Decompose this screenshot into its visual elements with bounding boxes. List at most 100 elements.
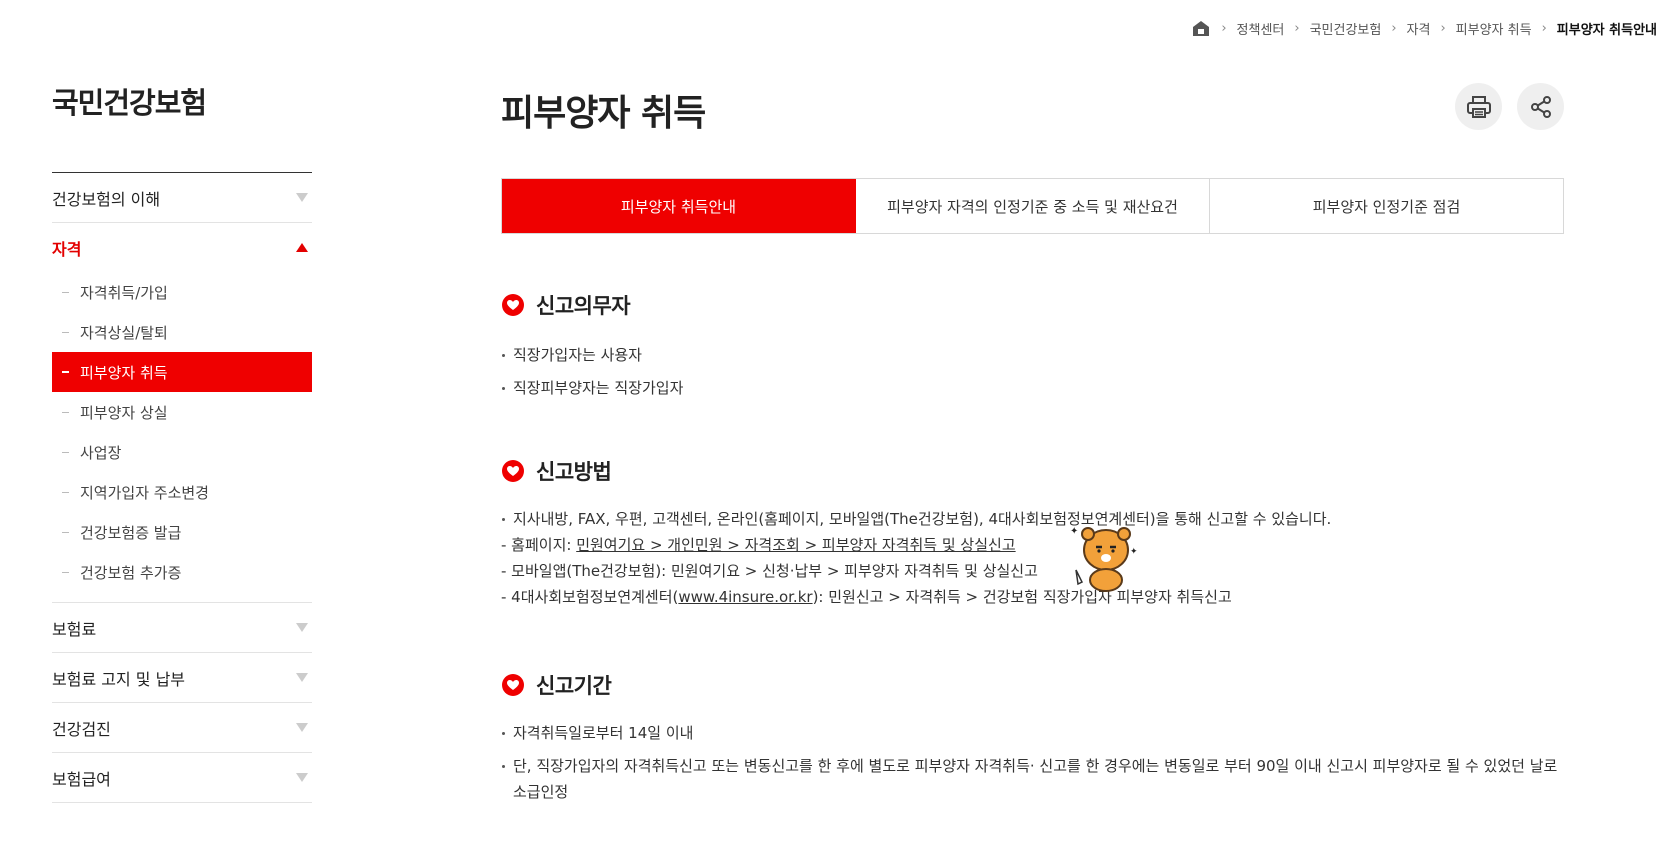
4insure-link[interactable]: www.4insure.or.kr — [678, 588, 812, 606]
section-title: 신고의무자 — [536, 294, 631, 318]
print-button[interactable] — [1455, 83, 1502, 130]
section-title: 신고기간 — [536, 674, 612, 698]
submenu-item[interactable]: 자격상실/탈퇴 — [52, 312, 312, 352]
sidebar-title: 국민건강보험 — [52, 86, 207, 120]
menu-group: 보험급여 — [52, 753, 312, 803]
menu-item-benefits[interactable]: 보험급여 — [52, 753, 312, 802]
share-button[interactable] — [1517, 83, 1564, 130]
mascot-illustration: ✦ ✦ — [1070, 526, 1138, 592]
menu-group: 건강보험의 이해 — [52, 173, 312, 223]
submenu-label: 지역가입자 주소변경 — [80, 483, 209, 502]
submenu-label: 자격상실/탈퇴 — [80, 323, 168, 342]
menu-item-understanding[interactable]: 건강보험의 이해 — [52, 173, 312, 222]
dash-icon — [62, 571, 69, 573]
menu-item-label: 건강보험의 이해 — [52, 189, 161, 209]
dash-icon — [62, 451, 69, 453]
method-label: - 홈페이지: — [501, 536, 577, 554]
list-item: 직장가입자는 사용자 — [501, 342, 1564, 368]
submenu-item[interactable]: 사업장 — [52, 432, 312, 472]
list-item: 지사내방, FAX, 우편, 고객센터, 온라인(홈페이지, 모바일앱(The건… — [501, 506, 1564, 532]
dash-icon — [62, 531, 69, 533]
svg-text:✦: ✦ — [1070, 526, 1078, 537]
dash-icon — [62, 491, 69, 493]
method-4insure: - 4대사회보험정보연계센터(www.4insure.or.kr): 민원신고 … — [501, 584, 1564, 610]
menu-group: 보험료 — [52, 603, 312, 653]
dash-icon — [62, 331, 69, 333]
share-icon — [1530, 95, 1551, 118]
submenu-label: 사업장 — [80, 443, 122, 462]
menu-item-label: 보험급여 — [52, 769, 111, 789]
section-heading: 신고방법 — [501, 456, 1564, 486]
section-heading: 신고기간 — [501, 670, 1564, 700]
chevron-right-icon: › — [1440, 20, 1446, 36]
submenu-item[interactable]: 자격취득/가입 — [52, 272, 312, 312]
chevron-up-icon — [296, 243, 308, 252]
menu-item-label: 건강검진 — [52, 719, 111, 739]
menu-item-checkup[interactable]: 건강검진 — [52, 703, 312, 752]
sidebar: 국민건강보험 건강보험의 이해 자격 자격취득/가입 자격상실/탈퇴 피부양자 … — [52, 70, 312, 803]
breadcrumb-current: 피부양자 취득안내 — [1556, 22, 1657, 38]
submenu-item[interactable]: 지역가입자 주소변경 — [52, 472, 312, 512]
list-item: 자격취득일로부터 14일 이내 — [501, 720, 1564, 746]
section-duty: 신고의무자 직장가입자는 사용자 직장피부양자는 직장가입자 — [501, 290, 1564, 408]
home-icon[interactable] — [1191, 18, 1211, 38]
method-label: - 4대사회보험정보연계센터( — [501, 588, 679, 606]
heart-icon — [502, 294, 524, 316]
submenu-label: 건강보험 추가증 — [80, 563, 182, 582]
breadcrumb: › 정책센터 › 국민건강보험 › 자격 › 피부양자 취득 › 피부양자 취득… — [1191, 17, 1657, 39]
chevron-right-icon: › — [1294, 20, 1300, 36]
chevron-down-icon — [296, 673, 308, 682]
section-title: 신고방법 — [536, 460, 612, 484]
submenu-label: 피부양자 취득 — [80, 363, 168, 382]
breadcrumb-item[interactable]: 정책센터 — [1237, 19, 1285, 38]
menu-item-label: 보험료 고지 및 납부 — [52, 669, 186, 689]
chevron-right-icon: › — [1221, 20, 1227, 36]
chevron-down-icon — [296, 623, 308, 632]
tab-bar: 피부양자 취득안내 피부양자 자격의 인정기준 중 소득 및 재산요건 피부양자… — [501, 178, 1564, 234]
submenu: 자격취득/가입 자격상실/탈퇴 피부양자 취득 피부양자 상실 사업장 지역가입… — [52, 272, 312, 602]
submenu-label: 건강보험증 발급 — [80, 523, 182, 542]
tab-dependent-guide[interactable]: 피부양자 취득안내 — [502, 179, 856, 233]
menu-item-qualification[interactable]: 자격 — [52, 223, 312, 272]
menu-group: 건강검진 — [52, 703, 312, 753]
breadcrumb-item[interactable]: 자격 — [1407, 19, 1431, 38]
chevron-right-icon: › — [1541, 20, 1547, 36]
method-homepage: - 홈페이지: 민원여기요 > 개인민원 > 자격조회 > 피부양자 자격취득 … — [501, 532, 1564, 558]
dash-icon — [62, 291, 69, 293]
heart-icon — [502, 460, 524, 482]
menu-item-label: 보험료 — [52, 619, 97, 639]
svg-text:✦: ✦ — [1130, 547, 1138, 557]
chevron-down-icon — [296, 193, 308, 202]
submenu-item[interactable]: 건강보험증 발급 — [52, 512, 312, 552]
submenu-label: 자격취득/가입 — [80, 283, 168, 302]
heart-icon — [502, 674, 524, 696]
print-icon — [1466, 95, 1491, 118]
section-heading: 신고의무자 — [501, 290, 1564, 320]
submenu-item-selected[interactable]: 피부양자 취득 — [52, 352, 312, 392]
dash-icon — [62, 411, 69, 413]
list-item: 직장피부양자는 직장가입자 — [501, 375, 1564, 401]
menu-item-premium[interactable]: 보험료 — [52, 603, 312, 652]
page-title: 피부양자 취득 — [501, 93, 706, 134]
menu-group: 보험료 고지 및 납부 — [52, 653, 312, 703]
method-path: ): 민원신고 > 자격취득 > 건강보험 직장가입자 피부양자 취득신고 — [812, 588, 1232, 606]
list-item: 단, 직장가입자의 자격취득신고 또는 변동신고를 한 후에 별도로 피부양자 … — [501, 753, 1564, 805]
menu-group: 자격 자격취득/가입 자격상실/탈퇴 피부양자 취득 피부양자 상실 사업장 지… — [52, 223, 312, 603]
chevron-down-icon — [296, 773, 308, 782]
tab-income-property[interactable]: 피부양자 자격의 인정기준 중 소득 및 재산요건 — [856, 179, 1210, 233]
menu-item-label: 자격 — [52, 239, 82, 259]
chevron-right-icon: › — [1391, 20, 1397, 36]
section-method: 신고방법 지사내방, FAX, 우편, 고객센터, 온라인(홈페이지, 모바일앱… — [501, 456, 1564, 610]
section-period: 신고기간 자격취득일로부터 14일 이내 단, 직장가입자의 자격취득신고 또는… — [501, 670, 1564, 812]
breadcrumb-item[interactable]: 피부양자 취득 — [1456, 19, 1532, 38]
submenu-label: 피부양자 상실 — [80, 403, 168, 422]
homepage-path-link[interactable]: 민원여기요 > 개인민원 > 자격조회 > 피부양자 자격취득 및 상실신고 — [576, 536, 1015, 554]
submenu-item[interactable]: 피부양자 상실 — [52, 392, 312, 432]
tab-criteria-check[interactable]: 피부양자 인정기준 점검 — [1210, 179, 1563, 233]
breadcrumb-item[interactable]: 국민건강보험 — [1310, 19, 1382, 38]
submenu-item[interactable]: 건강보험 추가증 — [52, 552, 312, 592]
dash-icon — [62, 371, 69, 373]
menu-item-premium-payment[interactable]: 보험료 고지 및 납부 — [52, 653, 312, 702]
chevron-down-icon — [296, 723, 308, 732]
method-mobile: - 모바일앱(The건강보험): 민원여기요 > 신청·납부 > 피부양자 자격… — [501, 562, 1038, 580]
